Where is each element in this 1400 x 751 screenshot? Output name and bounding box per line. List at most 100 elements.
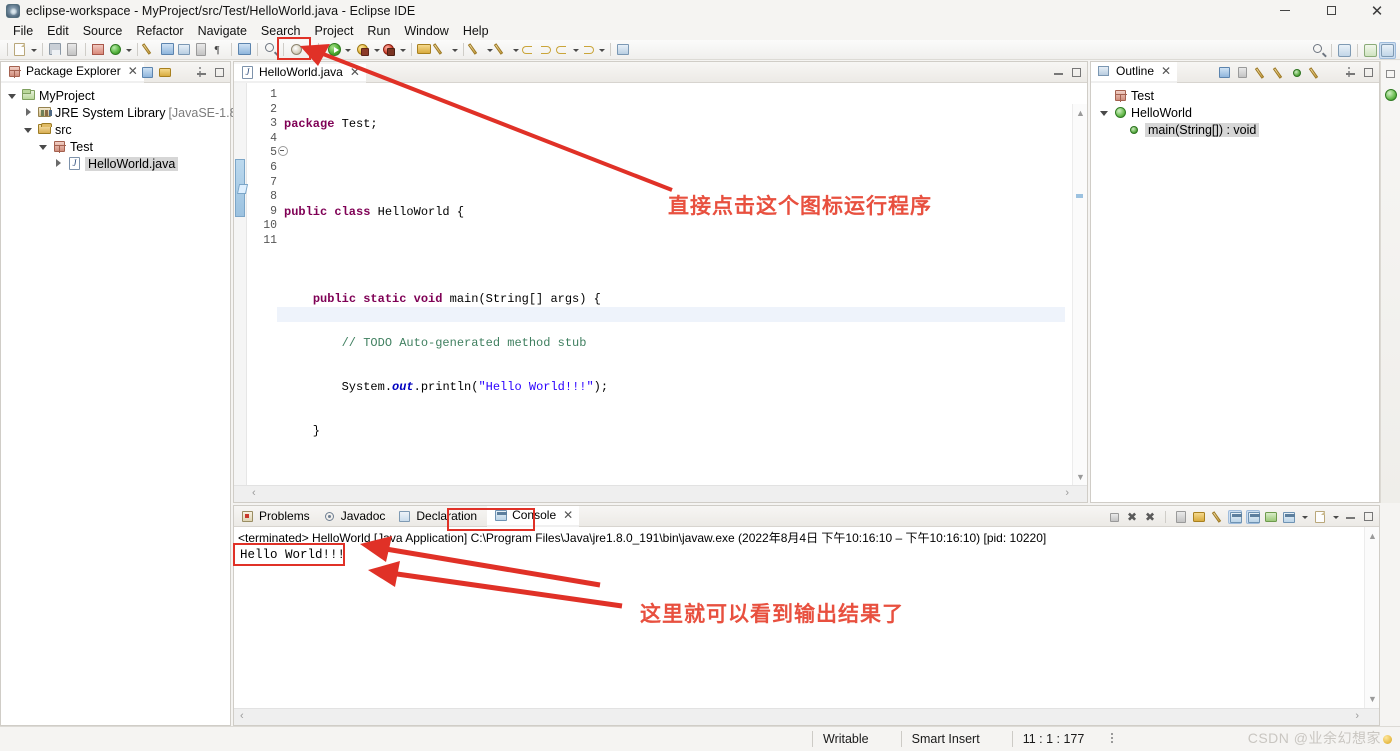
pin-console-icon[interactable] xyxy=(1246,509,1260,524)
package-explorer-fastview-icon[interactable] xyxy=(1383,87,1399,103)
external-tools-dropdown[interactable] xyxy=(305,42,314,58)
outline-item-main-method[interactable]: main(String[]) : void xyxy=(1095,121,1379,138)
new-wizard-dropdown[interactable] xyxy=(29,42,38,58)
new-console-view-icon[interactable] xyxy=(1313,510,1327,524)
console-vertical-scrollbar[interactable]: ▲ ▼ xyxy=(1364,527,1379,708)
minimize-icon[interactable] xyxy=(1344,510,1358,524)
menu-window[interactable]: Window xyxy=(397,23,455,39)
close-icon[interactable]: ✕ xyxy=(1354,0,1400,21)
scroll-lock-icon[interactable] xyxy=(1192,510,1206,524)
scroll-down-icon[interactable]: ▼ xyxy=(1368,694,1377,704)
status-more-icon[interactable] xyxy=(1110,733,1114,745)
chevron-right-icon[interactable] xyxy=(53,158,64,169)
editor-vertical-scrollbar[interactable]: ▲ ▼ xyxy=(1072,104,1087,485)
terminate-icon[interactable] xyxy=(1107,510,1121,524)
word-wrap-icon[interactable] xyxy=(1210,510,1224,524)
tree-item-jre-system-library[interactable]: JRE System Library [JavaSE-1.8] xyxy=(3,104,240,121)
scroll-right-icon[interactable]: › xyxy=(1355,710,1359,722)
menu-help[interactable]: Help xyxy=(456,23,496,39)
quick-access-search-icon[interactable] xyxy=(1310,42,1327,59)
maximize-icon[interactable] xyxy=(213,66,227,80)
chevron-down-icon[interactable] xyxy=(23,124,34,135)
pin-editor-icon[interactable] xyxy=(615,41,632,58)
run-last-tool-icon[interactable] xyxy=(107,41,124,58)
coverage-dropdown[interactable] xyxy=(398,42,407,58)
open-console-icon[interactable] xyxy=(1282,510,1296,524)
display-selected-console-icon[interactable] xyxy=(1264,510,1278,524)
maximize-icon[interactable] xyxy=(1362,510,1376,524)
sort-icon[interactable] xyxy=(1236,66,1250,80)
collapse-all-icon[interactable] xyxy=(1218,66,1232,80)
minimize-icon[interactable] xyxy=(1262,0,1308,21)
maximize-icon[interactable] xyxy=(1070,66,1084,80)
remove-launch-icon[interactable]: ✖ xyxy=(1125,510,1139,524)
open-type-icon[interactable] xyxy=(416,41,433,58)
editor-horizontal-scrollbar[interactable]: ‹ › xyxy=(234,485,1087,502)
menu-edit[interactable]: Edit xyxy=(40,23,76,39)
menu-project[interactable]: Project xyxy=(308,23,361,39)
hide-static-icon[interactable] xyxy=(1272,66,1286,80)
open-perspective-icon[interactable] xyxy=(1336,42,1353,59)
next-edit-dropdown[interactable] xyxy=(511,42,520,58)
tab-declaration[interactable]: Declaration xyxy=(391,506,483,527)
previous-edit-dropdown[interactable] xyxy=(485,42,494,58)
menu-run[interactable]: Run xyxy=(360,23,397,39)
editor-gutter[interactable] xyxy=(234,83,247,502)
new-console-view-dropdown[interactable] xyxy=(1331,509,1340,525)
outline-item-helloworld[interactable]: HelloWorld xyxy=(1095,104,1379,121)
debug-dropdown[interactable] xyxy=(372,42,381,58)
debug-icon[interactable] xyxy=(355,41,372,58)
tree-item-myproject[interactable]: MyProject xyxy=(3,87,230,104)
collapse-all-icon[interactable] xyxy=(141,66,155,80)
tab-problems[interactable]: Problems xyxy=(234,506,316,527)
clear-console-icon[interactable] xyxy=(1174,510,1188,524)
menu-search[interactable]: Search xyxy=(254,23,308,39)
menu-navigate[interactable]: Navigate xyxy=(191,23,254,39)
new-wizard-icon[interactable] xyxy=(12,41,29,58)
code-text[interactable]: package Test; public class HelloWorld { … xyxy=(284,83,1065,502)
menu-source[interactable]: Source xyxy=(76,23,130,39)
run-icon[interactable] xyxy=(326,41,343,58)
next-edit-icon[interactable] xyxy=(493,41,511,58)
scroll-left-icon[interactable]: ‹ xyxy=(252,487,256,499)
search-icon[interactable] xyxy=(262,41,279,58)
hide-local-types-icon[interactable] xyxy=(1308,66,1322,80)
save-all-icon[interactable] xyxy=(64,41,81,58)
next-annotation-icon[interactable] xyxy=(176,41,193,58)
forward-history-icon[interactable] xyxy=(580,41,597,58)
maximize-icon[interactable] xyxy=(1308,0,1354,21)
minimize-icon[interactable] xyxy=(195,66,209,80)
outline-item-test[interactable]: Test xyxy=(1095,87,1379,104)
pilcrow-icon[interactable]: ¶ xyxy=(210,41,227,58)
scroll-down-icon[interactable]: ▼ xyxy=(1076,472,1085,482)
tab-console[interactable]: Console ✕ xyxy=(487,505,580,527)
tab-outline[interactable]: Outline ✕ xyxy=(1091,61,1178,83)
previous-annotation-icon[interactable] xyxy=(193,41,210,58)
menu-file[interactable]: File xyxy=(6,23,40,39)
chevron-down-icon[interactable] xyxy=(1099,107,1110,118)
external-tools-icon[interactable] xyxy=(288,41,305,58)
open-console-dropdown[interactable] xyxy=(1300,509,1309,525)
chevron-right-icon[interactable] xyxy=(23,107,34,118)
scroll-up-icon[interactable]: ▲ xyxy=(1076,108,1085,118)
coverage-icon[interactable] xyxy=(381,41,398,58)
close-icon[interactable]: ✕ xyxy=(128,64,138,78)
save-icon[interactable] xyxy=(47,41,64,58)
open-console-icon[interactable] xyxy=(236,41,253,58)
java-perspective-icon[interactable] xyxy=(1362,42,1379,59)
tab-javadoc[interactable]: Javadoc xyxy=(316,506,392,527)
link-with-editor-icon[interactable] xyxy=(159,66,173,80)
view-menu-icon[interactable] xyxy=(177,66,201,80)
minimize-icon[interactable] xyxy=(1052,66,1066,80)
run-dropdown[interactable] xyxy=(343,42,352,58)
forward-history-dropdown[interactable] xyxy=(597,42,606,58)
scroll-up-icon[interactable]: ▲ xyxy=(1368,531,1377,541)
tree-item-src[interactable]: src xyxy=(3,121,230,138)
remove-all-launches-icon[interactable]: ✖ xyxy=(1143,510,1157,524)
skip-all-breakpoints-icon[interactable] xyxy=(159,41,176,58)
back-icon[interactable] xyxy=(520,41,537,58)
run-last-tool-dropdown[interactable] xyxy=(124,42,133,58)
tab-helloworld-java[interactable]: HelloWorld.java ✕ xyxy=(234,61,366,83)
new-java-class-dropdown[interactable] xyxy=(450,42,459,58)
menu-refactor[interactable]: Refactor xyxy=(129,23,190,39)
